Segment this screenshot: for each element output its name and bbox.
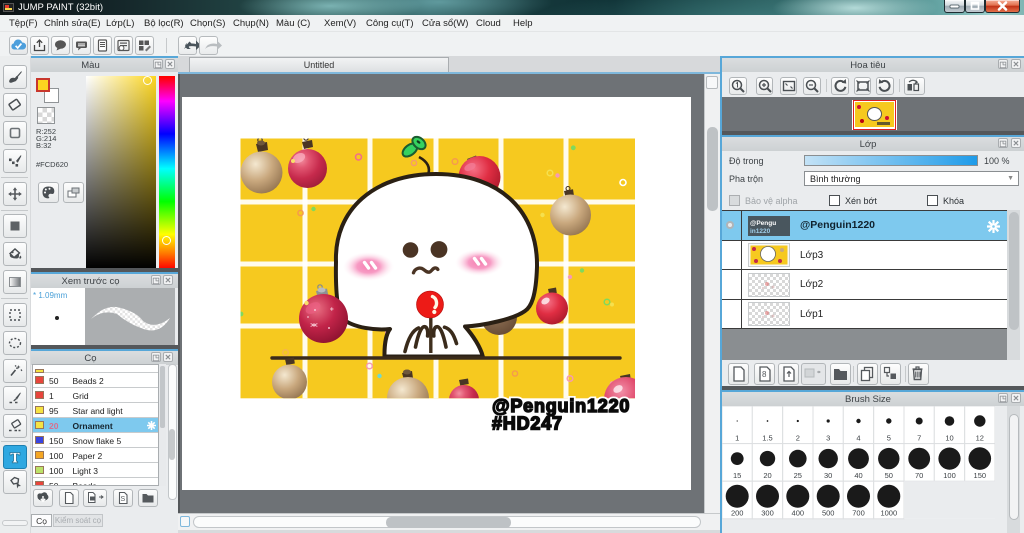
svg-text:S: S [121, 496, 126, 503]
svg-text:700: 700 [852, 509, 865, 518]
svg-text:500: 500 [822, 509, 835, 518]
svg-text:8: 8 [762, 370, 767, 379]
svg-text:200: 200 [731, 509, 744, 518]
svg-text:40: 40 [854, 471, 862, 480]
svg-text:50: 50 [885, 471, 893, 480]
svg-text:15: 15 [733, 471, 741, 480]
svg-text:4: 4 [856, 434, 860, 443]
svg-text:7: 7 [917, 434, 921, 443]
svg-text:1000: 1000 [880, 509, 897, 518]
svg-text:in1220: in1220 [750, 228, 771, 235]
svg-text:400: 400 [792, 509, 805, 518]
svg-text:@Pengu: @Pengu [750, 220, 776, 227]
svg-text:20: 20 [763, 471, 771, 480]
svg-text:100: 100 [943, 471, 956, 480]
svg-text:25: 25 [794, 471, 802, 480]
svg-text:1.5: 1.5 [762, 434, 772, 443]
svg-text:2: 2 [796, 434, 800, 443]
svg-text:150: 150 [974, 471, 987, 480]
svg-text:12: 12 [976, 434, 984, 443]
svg-text:5: 5 [887, 434, 891, 443]
svg-text:30: 30 [824, 471, 832, 480]
svg-text:3: 3 [826, 434, 830, 443]
svg-text:70: 70 [915, 471, 923, 480]
svg-text:#HD247: #HD247 [492, 413, 563, 433]
svg-text:10: 10 [945, 434, 953, 443]
svg-text:1: 1 [735, 434, 739, 443]
svg-text:300: 300 [761, 509, 774, 518]
